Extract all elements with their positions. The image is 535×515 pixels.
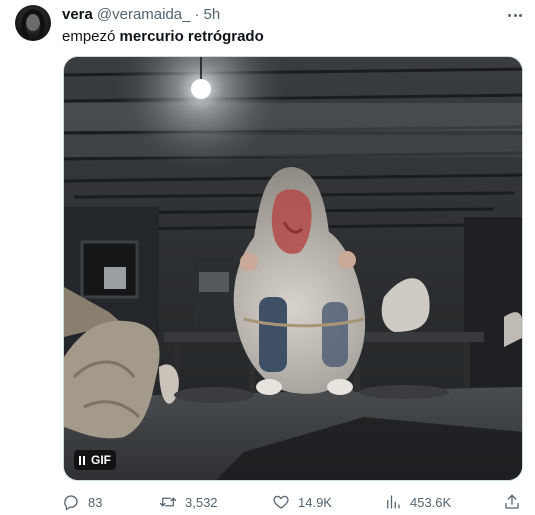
gif-frame <box>64 57 522 480</box>
retweet-button[interactable]: 3,532 <box>159 492 218 512</box>
reply-bubble-icon <box>64 495 78 511</box>
tweet-timestamp[interactable]: 5h <box>203 6 220 24</box>
light-bulb <box>191 79 211 99</box>
views-button[interactable]: 453.6K <box>384 492 451 512</box>
tweet-media-gif[interactable]: GIF <box>63 56 523 481</box>
share-upload-icon <box>505 494 519 509</box>
reply-button[interactable]: 83 <box>62 492 102 512</box>
figure-legs <box>259 297 287 372</box>
author-handle[interactable]: @veramaida_ <box>97 6 191 24</box>
like-count: 14.9K <box>298 494 332 510</box>
tweet-card[interactable]: vera @veramaida_ · 5h empezó mercurio re… <box>0 0 535 515</box>
figure-shoe <box>256 379 282 395</box>
tweet-text: empezó mercurio retrógrado <box>62 27 264 46</box>
reply-count: 83 <box>88 494 103 510</box>
retweet-arrows-icon <box>159 497 177 507</box>
gif-badge[interactable]: GIF <box>74 450 116 470</box>
header-separator: · <box>194 6 200 23</box>
retweet-count: 3,532 <box>185 494 218 510</box>
heart-icon <box>273 495 289 509</box>
pause-icon[interactable] <box>79 455 85 465</box>
tweet-text-bold: mercurio retrógrado <box>119 28 264 45</box>
author-name[interactable]: vera <box>62 6 93 24</box>
avatar-hair <box>21 9 45 39</box>
tweet-header: vera @veramaida_ · 5h <box>62 6 220 24</box>
views-count: 453.6K <box>410 494 452 510</box>
tweet-text-prefix: empezó <box>62 28 120 45</box>
more-dots-icon <box>507 13 511 17</box>
more-options-button[interactable] <box>505 7 525 23</box>
avatar[interactable] <box>15 5 51 41</box>
bar-chart-icon <box>387 495 400 509</box>
right-shelves <box>464 217 522 387</box>
tweet-actions: 83 3,532 14.9K 453.6K <box>62 492 525 512</box>
gif-label: GIF <box>91 453 111 467</box>
like-button[interactable]: 14.9K <box>272 492 332 512</box>
share-button[interactable] <box>503 492 521 512</box>
